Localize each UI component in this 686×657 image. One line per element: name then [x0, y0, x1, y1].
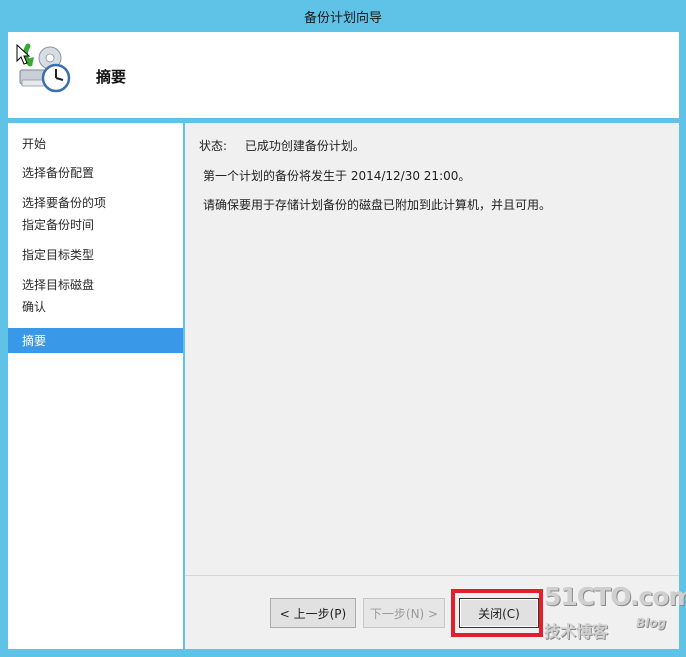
page-heading: 摘要: [96, 68, 127, 86]
nav-step-confirm: 确认: [22, 299, 47, 314]
disk-attach-notice: 请确保要用于存储计划备份的磁盘已附加到此计算机，并且可用。: [203, 198, 552, 212]
window-title: 备份计划向导: [303, 10, 382, 26]
close-button-highlight: [451, 589, 543, 637]
previous-button[interactable]: < 上一步(P): [270, 598, 356, 628]
first-backup-time-text: 第一个计划的备份将发生于 2014/12/30 21:00。: [203, 169, 471, 183]
nav-step-select-items: 选择要备份的项: [22, 195, 107, 210]
next-button[interactable]: 下一步(N) >: [363, 598, 445, 628]
site-watermark: 51CTO.com 技术博客 Blog: [544, 582, 686, 646]
nav-step-backup-time: 指定备份时间: [22, 217, 95, 232]
nav-step-target-type: 指定目标类型: [22, 247, 95, 262]
watermark-site: 51CTO.com: [544, 582, 686, 611]
status-row: 状态: 已成功创建备份计划。: [199, 137, 365, 154]
mouse-cursor-icon: [16, 44, 31, 65]
title-bar[interactable]: 备份计划向导: [0, 0, 686, 32]
nav-step-target-disk: 选择目标磁盘: [22, 277, 95, 292]
nav-step-backup-config: 选择备份配置: [22, 165, 95, 180]
watermark-blog: Blog: [636, 616, 667, 630]
window-bottom-edge: [0, 649, 686, 657]
status-label: 状态:: [199, 139, 228, 153]
nav-step-start: 开始: [22, 136, 47, 151]
nav-step-summary: 摘要: [8, 328, 183, 353]
wizard-steps-nav: 开始 选择备份配置 选择要备份的项 指定备份时间 指定目标类型 选择目标磁盘 确…: [8, 123, 183, 649]
status-value: 已成功创建备份计划。: [244, 139, 365, 153]
wizard-header: 摘要: [8, 32, 679, 118]
watermark-subtitle: 技术博客: [544, 622, 609, 641]
summary-content: 状态: 已成功创建备份计划。 第一个计划的备份将发生于 2014/12/30 2…: [185, 123, 679, 575]
wizard-window: 备份计划向导 摘要 开始 选择备份配置 选择要备份的项 指定备份时间 指定目标类…: [0, 0, 686, 657]
